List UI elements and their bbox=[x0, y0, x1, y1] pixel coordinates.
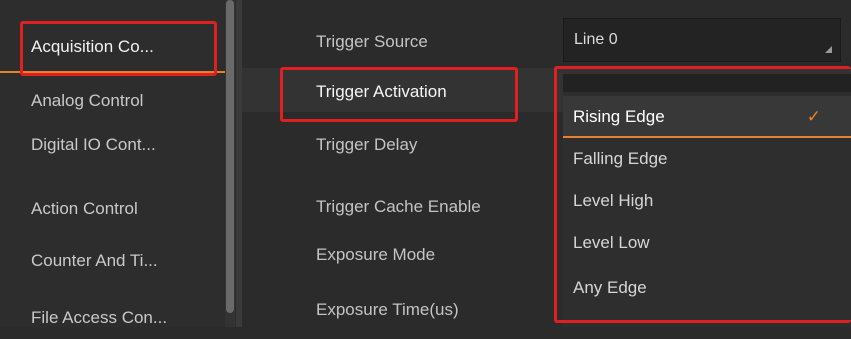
trigger-source-select[interactable]: Line 0 bbox=[563, 18, 841, 62]
property-exposure-mode[interactable]: Exposure Mode bbox=[316, 240, 435, 270]
nav-item-analog-control[interactable]: Analog Control bbox=[0, 80, 225, 122]
annotation-box-trigger-activation bbox=[280, 67, 518, 122]
nav-scrollbar-thumb[interactable] bbox=[226, 0, 234, 313]
dropdown-corner-icon bbox=[825, 46, 832, 53]
nav-item-counter-and-timer[interactable]: Counter And Ti... bbox=[0, 240, 225, 282]
nav-item-file-access-control[interactable]: File Access Con... bbox=[0, 297, 225, 339]
panel-splitter[interactable] bbox=[236, 0, 242, 327]
property-trigger-cache-enable[interactable]: Trigger Cache Enable bbox=[316, 192, 481, 222]
annotation-box-dropdown bbox=[554, 66, 851, 323]
property-trigger-source[interactable]: Trigger Source bbox=[316, 27, 428, 57]
nav-item-action-control[interactable]: Action Control bbox=[0, 188, 225, 230]
nav-item-digital-io-control[interactable]: Digital IO Cont... bbox=[0, 124, 225, 166]
property-trigger-delay[interactable]: Trigger Delay bbox=[316, 130, 417, 160]
property-exposure-time[interactable]: Exposure Time(us) bbox=[316, 295, 459, 325]
trigger-source-value: Line 0 bbox=[574, 31, 618, 48]
annotation-box-acquisition bbox=[20, 21, 217, 76]
